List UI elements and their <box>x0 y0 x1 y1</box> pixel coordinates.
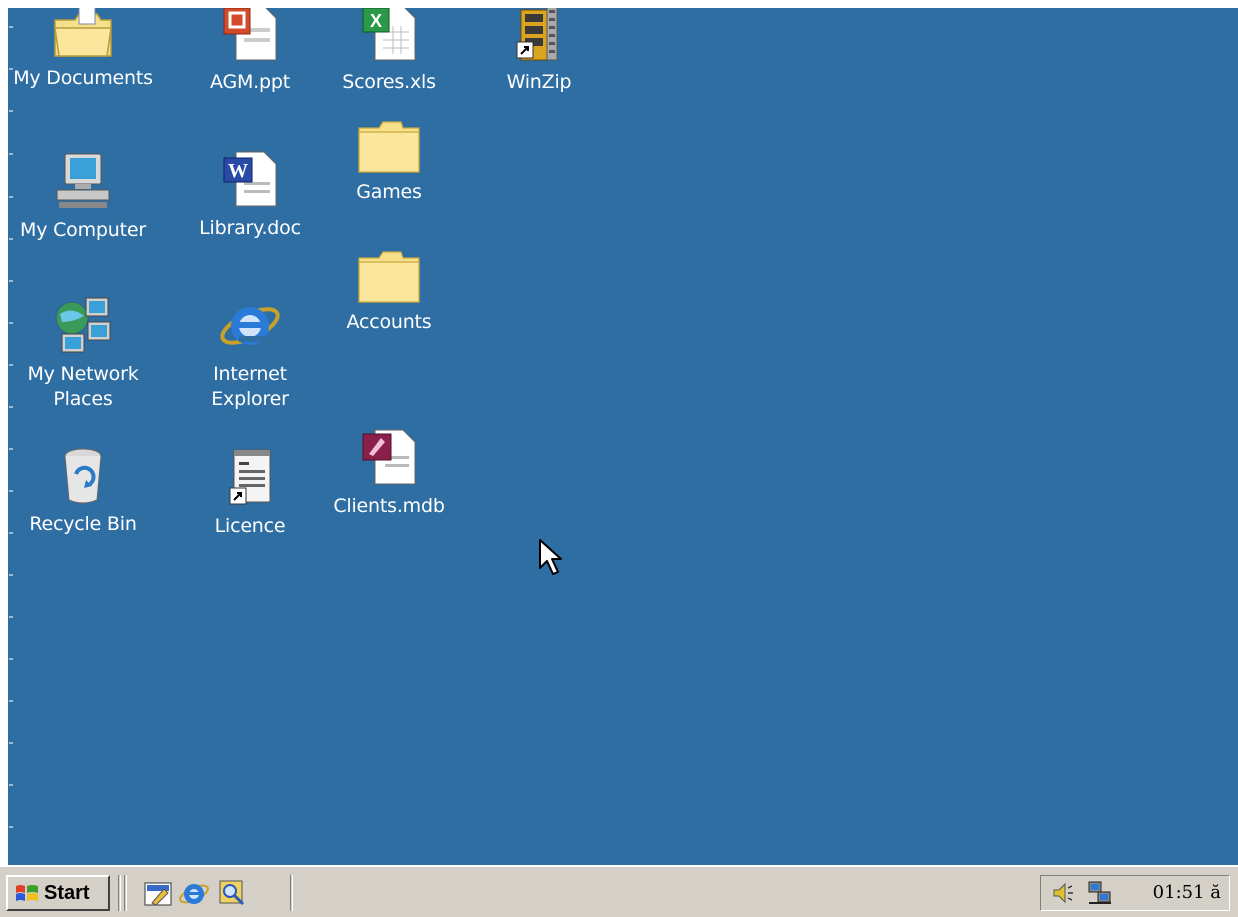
accounts-label: Accounts <box>346 311 432 333</box>
svg-text:X: X <box>370 11 382 31</box>
windows-logo-icon <box>16 885 38 901</box>
my-network-places-label: My Network Places <box>27 363 139 410</box>
clients-mdb-label: Clients.mdb <box>333 495 445 517</box>
internet-explorer-label: Internet Explorer <box>211 363 289 410</box>
word-document-icon: W <box>223 151 277 207</box>
games-folder-icon <box>358 121 420 173</box>
licence-label: Licence <box>214 515 286 537</box>
agm-ppt-label: AGM.ppt <box>210 71 290 93</box>
svg-text:W: W <box>228 160 248 182</box>
desktop-icon-internet-explorer[interactable]: Internet Explorer <box>175 292 325 412</box>
recycle-bin-icon <box>64 448 102 504</box>
excel-file-icon: X <box>362 8 416 61</box>
access-database-icon <box>362 429 416 485</box>
winzip-icon <box>516 8 558 61</box>
show-desktop-icon[interactable] <box>142 877 174 909</box>
taskbar-clock[interactable]: 01:51 ă <box>1153 882 1221 903</box>
internet-explorer-icon[interactable] <box>178 877 210 909</box>
desktop-icon-recycle-bin[interactable]: Recycle Bin <box>8 444 158 537</box>
library-doc-label: Library.doc <box>199 217 301 239</box>
desktop-icon-library-doc[interactable]: W Library.doc <box>175 148 325 241</box>
desktop[interactable]: My Documents My Computer My Network Plac… <box>8 8 1238 865</box>
desktop-icon-my-computer[interactable]: My Computer <box>8 148 158 243</box>
taskbar-separator <box>118 875 121 911</box>
outlook-express-icon[interactable] <box>216 877 248 909</box>
scores-xls-label: Scores.xls <box>342 71 436 93</box>
network-icon[interactable] <box>1087 880 1113 906</box>
desktop-icon-accounts[interactable]: Accounts <box>314 250 464 335</box>
network-places-icon <box>55 297 111 353</box>
desktop-edge-marks <box>9 26 13 828</box>
desktop-icon-scores-xls[interactable]: X Scores.xls <box>314 8 464 95</box>
winzip-label: WinZip <box>506 71 572 93</box>
desktop-icon-my-documents[interactable]: My Documents <box>8 8 158 91</box>
powerpoint-file-icon <box>223 8 277 61</box>
start-label: Start <box>44 881 90 904</box>
desktop-icon-licence[interactable]: Licence <box>175 444 325 539</box>
accounts-folder-icon <box>358 251 420 303</box>
games-label: Games <box>356 181 422 203</box>
system-tray: 01:51 ă <box>1040 875 1230 911</box>
taskbar: Start 01:51 ă <box>0 865 1238 917</box>
volume-icon[interactable] <box>1051 880 1077 906</box>
desktop-icon-my-network-places[interactable]: My Network Places <box>8 292 158 412</box>
mouse-pointer-icon <box>539 539 562 575</box>
my-documents-folder-icon <box>54 8 112 57</box>
desktop-icon-agm-ppt[interactable]: AGM.ppt <box>175 8 325 95</box>
taskbar-separator <box>290 875 293 911</box>
my-computer-label: My Computer <box>20 219 146 241</box>
start-button[interactable]: Start <box>6 875 110 911</box>
my-computer-icon <box>56 153 110 208</box>
internet-explorer-icon <box>220 307 280 345</box>
recycle-bin-label: Recycle Bin <box>29 513 137 535</box>
taskbar-separator <box>124 875 127 911</box>
desktop-icon-winzip[interactable]: WinZip <box>464 8 614 95</box>
licence-shortcut-icon <box>229 449 271 505</box>
desktop-icon-clients-mdb[interactable]: Clients.mdb <box>314 426 464 519</box>
desktop-icon-games[interactable]: Games <box>314 120 464 205</box>
my-documents-label: My Documents <box>13 67 153 89</box>
